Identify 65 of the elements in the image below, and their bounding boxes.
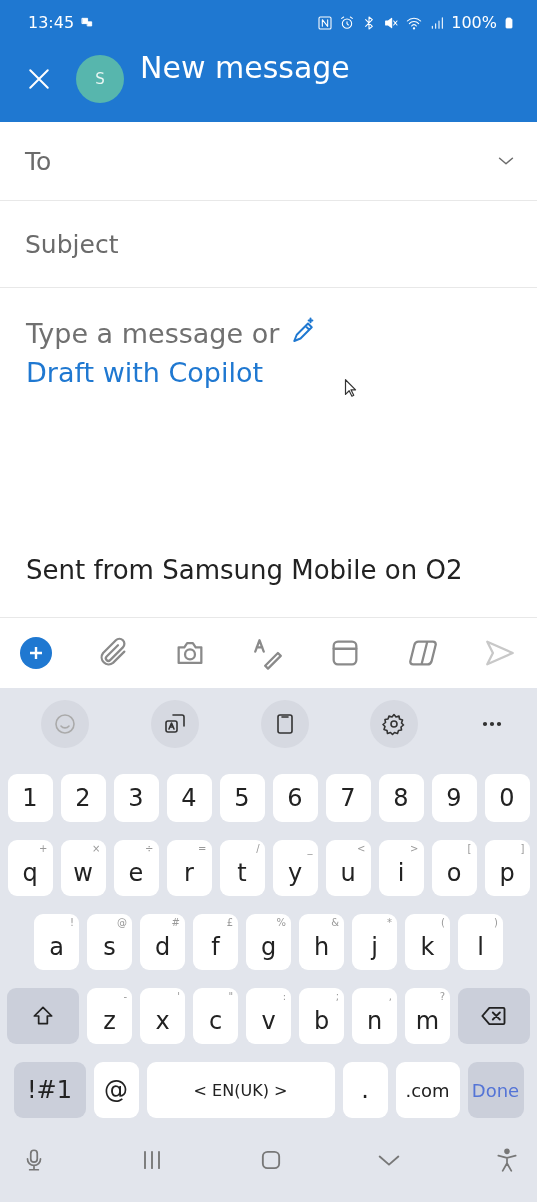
alarm-icon: [339, 14, 356, 31]
status-time: 13:45: [28, 13, 75, 32]
translate-icon: [162, 712, 187, 736]
window-title: New message: [140, 50, 350, 85]
symbols-key[interactable]: !#1: [13, 1062, 86, 1118]
letter-key[interactable]: + q: [7, 840, 53, 896]
letter-key[interactable]: ; b: [299, 988, 344, 1044]
plus-icon: [28, 645, 44, 661]
letter-key[interactable]: , n: [352, 988, 397, 1044]
nfc-icon: [317, 14, 334, 31]
settings-icon: [382, 712, 407, 736]
letter-key[interactable]: # d: [140, 914, 185, 970]
copilot-link[interactable]: Draft with Copilot: [26, 357, 264, 388]
key[interactable]: .: [342, 1062, 388, 1118]
number-key[interactable]: 6: [272, 774, 318, 822]
letter-key[interactable]: - z: [87, 988, 132, 1044]
message-field[interactable]: Type a message or Draft with Copilot: [26, 314, 515, 392]
number-key[interactable]: 1: [7, 774, 53, 822]
to-field[interactable]: To: [0, 122, 537, 201]
letter-key[interactable]: £ f: [193, 914, 238, 970]
emoji-icon: [53, 712, 77, 736]
message-placeholder: Type a message or: [26, 318, 280, 349]
letter-key[interactable]: [ o: [431, 840, 477, 896]
shift-key[interactable]: [7, 988, 79, 1044]
letter-key[interactable]: ÷ e: [113, 840, 159, 896]
letter-key[interactable]: " c: [193, 988, 238, 1044]
letter-key[interactable]: : v: [246, 988, 291, 1044]
number-key[interactable]: 0: [484, 774, 530, 822]
number-key[interactable]: 3: [113, 774, 159, 822]
letter-key[interactable]: × w: [60, 840, 106, 896]
key[interactable]: @: [93, 1062, 139, 1118]
letter-key[interactable]: ? m: [405, 988, 450, 1044]
letter-key[interactable]: _ y: [272, 840, 318, 896]
signature: Sent from Samsung Mobile on O2: [26, 555, 464, 585]
letter-key[interactable]: @ s: [87, 914, 132, 970]
letter-key[interactable]: ( k: [405, 914, 450, 970]
translate-button[interactable]: [150, 700, 199, 748]
number-key[interactable]: 2: [60, 774, 106, 822]
number-key[interactable]: 4: [166, 774, 212, 822]
letter-key[interactable]: ] p: [484, 840, 530, 896]
letter-key[interactable]: & h: [299, 914, 344, 970]
number-key[interactable]: 5: [219, 774, 265, 822]
signal-icon: [429, 14, 446, 31]
settings-button[interactable]: [370, 700, 419, 748]
letter-key[interactable]: > i: [378, 840, 424, 896]
backspace-key[interactable]: [458, 988, 530, 1044]
subject-field[interactable]: Subject: [0, 201, 537, 288]
letter-key[interactable]: ! a: [34, 914, 79, 970]
number-key[interactable]: 8: [378, 774, 424, 822]
battery-percentage: 100%: [451, 13, 497, 32]
emoji-button[interactable]: [41, 700, 89, 748]
letter-key[interactable]: < u: [325, 840, 371, 896]
letter-key[interactable]: = r: [166, 840, 212, 896]
letter-key[interactable]: / t: [219, 840, 265, 896]
clipboard-button[interactable]: [260, 700, 309, 748]
letter-key[interactable]: * j: [352, 914, 397, 970]
number-key[interactable]: 7: [325, 774, 371, 822]
space-key[interactable]: < EN(UK) >: [146, 1062, 335, 1118]
add-button[interactable]: [20, 637, 52, 669]
accessibility-icon[interactable]: [494, 1147, 520, 1173]
letter-key[interactable]: ' x: [140, 988, 185, 1044]
domain-key[interactable]: .com: [395, 1062, 460, 1118]
letter-key[interactable]: ) l: [458, 914, 503, 970]
number-key[interactable]: 9: [431, 774, 477, 822]
letter-key[interactable]: % g: [246, 914, 291, 970]
